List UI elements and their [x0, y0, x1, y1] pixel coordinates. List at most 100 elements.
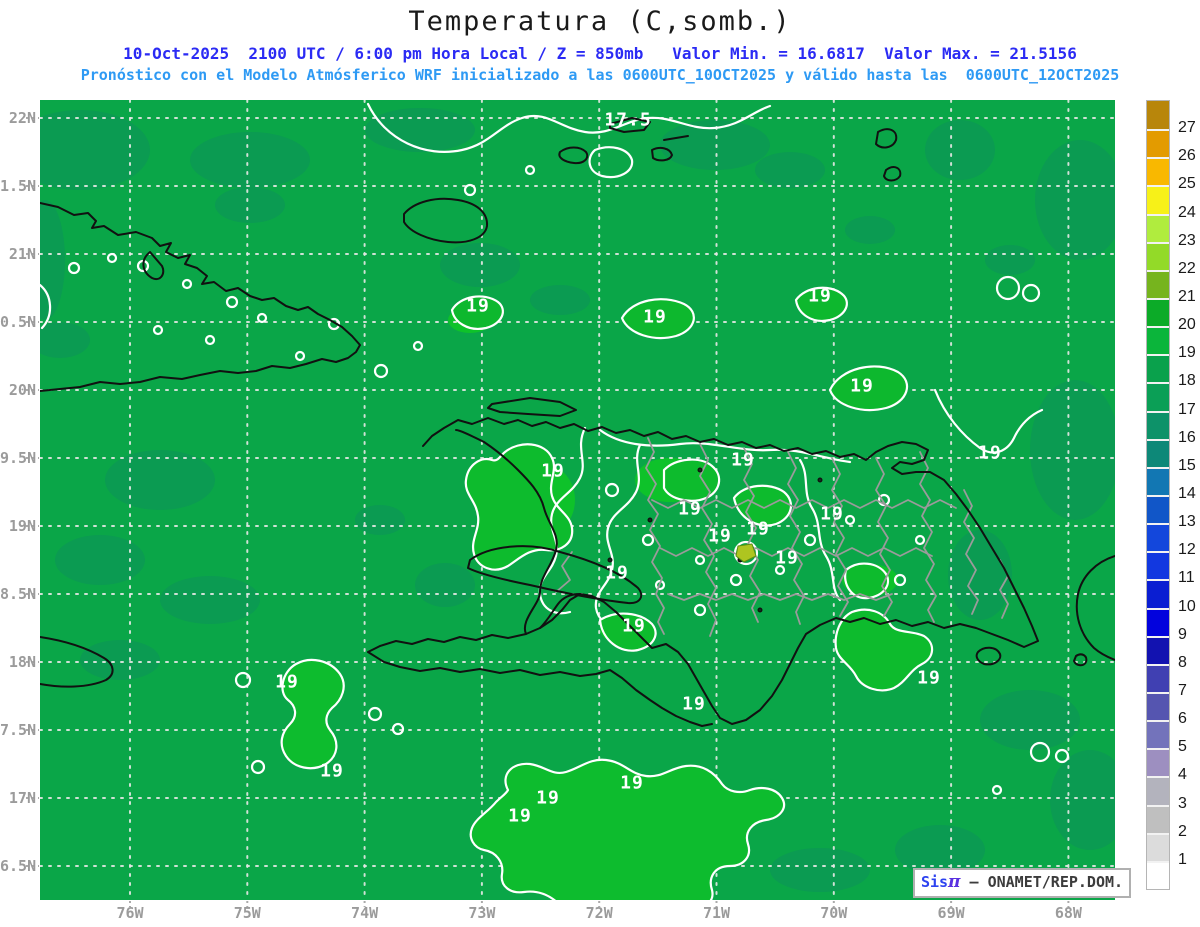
colorbar-label: 1: [1178, 851, 1200, 869]
colorbar-label: 3: [1178, 795, 1200, 813]
colorbar-segment: [1147, 157, 1169, 185]
contour-value-label: 19: [731, 450, 755, 471]
lat-axis-label: 0.5N: [0, 313, 36, 331]
colorbar-segment: [1147, 551, 1169, 579]
contour-value-label: 19: [643, 307, 667, 328]
contour-value-label: 19: [678, 499, 702, 520]
lat-axis-label: 21N: [0, 245, 36, 263]
contour-value-label: 19: [508, 806, 532, 827]
colorbar-segment: [1147, 439, 1169, 467]
contour-value-label: 19: [320, 761, 344, 782]
contour-value-label: 19: [275, 672, 299, 693]
colorbar-segment: [1147, 861, 1169, 889]
colorbar-segment: [1147, 636, 1169, 664]
contour-value-label: 19: [536, 788, 560, 809]
colorbar-label: 14: [1178, 485, 1200, 503]
colorbar-segment: [1147, 101, 1169, 129]
colorbar: [1146, 100, 1170, 890]
contour-value-label: 17.5: [604, 110, 651, 131]
colorbar-segment: [1147, 129, 1169, 157]
colorbar-segment: [1147, 495, 1169, 523]
lat-axis-label: 18N: [0, 653, 36, 671]
colorbar-segment: [1147, 748, 1169, 776]
colorbar-label: 19: [1178, 344, 1200, 362]
contour-value-label: 19: [708, 526, 732, 547]
lat-axis-label: 7.5N: [0, 721, 36, 739]
colorbar-segment: [1147, 411, 1169, 439]
colorbar-label: 6: [1178, 710, 1200, 728]
colorbar-label: 26: [1178, 147, 1200, 165]
contour-value-label: 19: [850, 376, 874, 397]
lat-axis-label: 6.5N: [0, 857, 36, 875]
contour-value-label: 19: [466, 296, 490, 317]
colorbar-label: 10: [1178, 598, 1200, 616]
lon-axis-label: 72W: [569, 904, 629, 922]
colorbar-label: 11: [1178, 569, 1200, 587]
weather-map-page: Temperatura (C,somb.) 10-Oct-2025 2100 U…: [0, 0, 1200, 927]
colorbar-segment: [1147, 833, 1169, 861]
lat-axis-label: 20N: [0, 381, 36, 399]
contour-value-label: 19: [620, 773, 644, 794]
lon-axis-label: 76W: [100, 904, 160, 922]
colorbar-label: 25: [1178, 175, 1200, 193]
colorbar-segment: [1147, 242, 1169, 270]
contour-value-label: 19: [820, 504, 844, 525]
lat-axis-label: 1.5N: [0, 177, 36, 195]
contour-value-label: 19: [605, 563, 629, 584]
colorbar-segment: [1147, 579, 1169, 607]
colorbar-label: 5: [1178, 738, 1200, 756]
lat-axis-label: 8.5N: [0, 585, 36, 603]
colorbar-segment: [1147, 805, 1169, 833]
colorbar-label: 20: [1178, 316, 1200, 334]
colorbar-segment: [1147, 382, 1169, 410]
lon-axis-label: 74W: [335, 904, 395, 922]
colorbar-label: 17: [1178, 401, 1200, 419]
contour-value-label: 19: [917, 668, 941, 689]
colorbar-segment: [1147, 776, 1169, 804]
contour-value-label: 19: [682, 694, 706, 715]
colorbar-label: 7: [1178, 682, 1200, 700]
colorbar-segment: [1147, 214, 1169, 242]
lat-axis-label: 19N: [0, 517, 36, 535]
lon-axis-label: 70W: [804, 904, 864, 922]
colorbar-label: 18: [1178, 372, 1200, 390]
colorbar-label: 22: [1178, 260, 1200, 278]
colorbar-segment: [1147, 326, 1169, 354]
colorbar-segment: [1147, 720, 1169, 748]
colorbar-label: 21: [1178, 288, 1200, 306]
contour-value-label: 19: [746, 519, 770, 540]
branding-sis: Sis: [921, 873, 948, 891]
lat-axis-label: 22N: [0, 109, 36, 127]
branding-pi-icon: π: [948, 872, 960, 892]
colorbar-label: 13: [1178, 513, 1200, 531]
lat-axis-label: 9.5N: [0, 449, 36, 467]
contour-value-label: 19: [541, 461, 565, 482]
contour-value-label: 19: [775, 548, 799, 569]
colorbar-segment: [1147, 354, 1169, 382]
temperature-map-canvas: [0, 0, 1200, 927]
map-area: 76W75W74W73W72W71W70W69W68W22N1.5N21N0.5…: [0, 0, 1200, 927]
colorbar-segment: [1147, 664, 1169, 692]
colorbar-label: 4: [1178, 766, 1200, 784]
contour-value-label: 19: [808, 286, 832, 307]
lon-axis-label: 75W: [217, 904, 277, 922]
colorbar-label: 27: [1178, 119, 1200, 137]
colorbar-segment: [1147, 608, 1169, 636]
lat-axis-label: 17N: [0, 789, 36, 807]
lon-axis-label: 69W: [921, 904, 981, 922]
lon-axis-label: 71W: [687, 904, 747, 922]
contour-value-label: 19: [978, 443, 1002, 464]
colorbar-label: 8: [1178, 654, 1200, 672]
branding-onamet: – ONAMET/REP.DOM.: [960, 873, 1123, 891]
colorbar-label: 2: [1178, 823, 1200, 841]
colorbar-label: 24: [1178, 204, 1200, 222]
colorbar-label: 16: [1178, 429, 1200, 447]
colorbar-segment: [1147, 185, 1169, 213]
colorbar-label: 15: [1178, 457, 1200, 475]
colorbar-label: 23: [1178, 232, 1200, 250]
colorbar-label: 9: [1178, 626, 1200, 644]
colorbar-segment: [1147, 298, 1169, 326]
colorbar-segment: [1147, 523, 1169, 551]
colorbar-segment: [1147, 692, 1169, 720]
colorbar-segment: [1147, 270, 1169, 298]
